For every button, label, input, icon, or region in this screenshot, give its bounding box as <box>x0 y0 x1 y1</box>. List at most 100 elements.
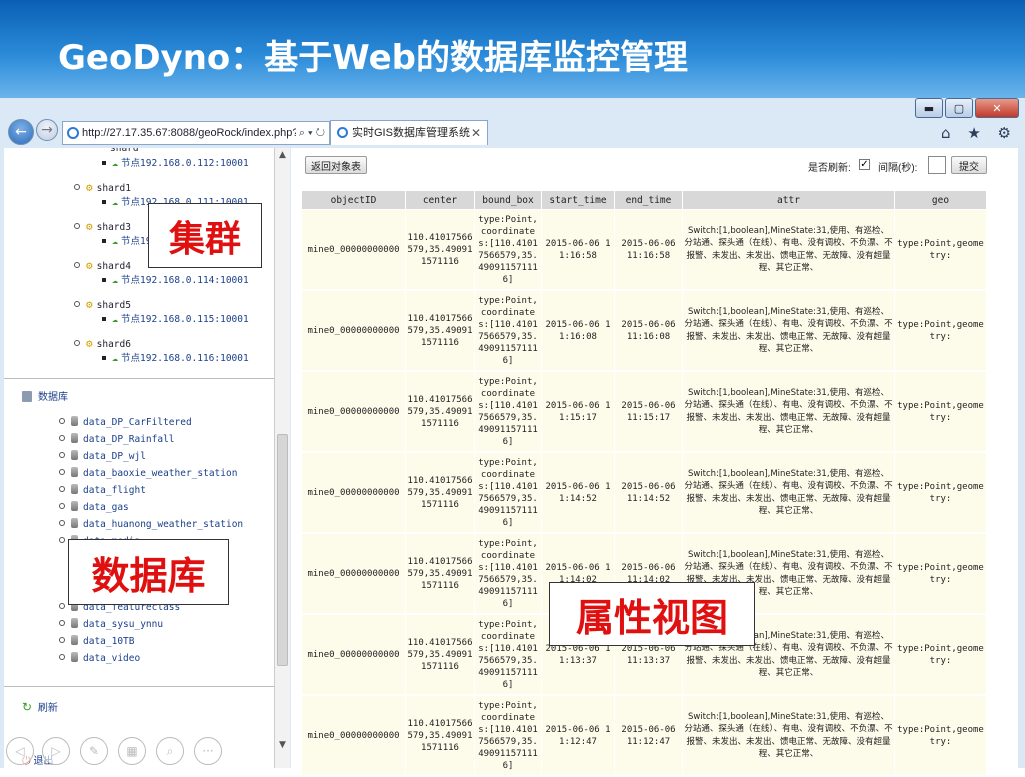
database-item[interactable]: data_baoxie_weather_station <box>59 467 237 479</box>
table-row[interactable]: mine0_00000000000 110.41017566579,35.490… <box>301 209 987 291</box>
cloud-icon: ☁ <box>112 236 119 247</box>
cell-attr: Switch:[1,boolean],MineState:31,使用、有巡检、分… <box>682 289 895 372</box>
column-header[interactable]: center <box>405 190 475 210</box>
cell-start-time: 2015-06-06 11:15:17 <box>541 370 615 453</box>
shard-item[interactable]: ⚙ shard4 <box>74 259 131 272</box>
tree-node-item[interactable]: ☁ 节点192.168.0.116:10001 <box>102 350 249 364</box>
database-icon <box>22 391 32 402</box>
db-cylinder-icon <box>71 635 78 645</box>
divider <box>4 378 274 379</box>
database-item[interactable]: data_DP_CarFiltered <box>59 416 192 428</box>
database-item[interactable]: data_gas <box>59 501 129 513</box>
main-content: 返回对象表 是否刷新: ✓ 间隔(秒): 提交 objectID center … <box>291 148 1018 777</box>
cell-bound-box: type:Point,coordinates:[110.41017566579,… <box>474 613 542 696</box>
shard-item[interactable]: ⚙ shard1 <box>74 181 131 194</box>
table-row[interactable]: mine0_00000000000 110.41017566579,35.490… <box>301 451 987 534</box>
column-header[interactable]: bound_box <box>474 190 542 210</box>
cell-start-time: 2015-06-06 11:16:58 <box>541 209 615 291</box>
cell-geo: type:Point,geometry: <box>894 694 987 777</box>
pen-icon[interactable]: ✎ <box>80 737 108 765</box>
cell-geo: type:Point,geometry: <box>894 613 987 696</box>
cell-center: 110.41017566579,35.490911571116 <box>405 613 475 696</box>
tab-close-icon[interactable]: ✕ <box>471 121 481 145</box>
cell-center: 110.41017566579,35.490911571116 <box>405 694 475 777</box>
address-tools-icon[interactable]: ⌕ ▾ ↻ <box>295 122 325 144</box>
database-item[interactable]: data_DP_Rainfall <box>59 433 175 445</box>
zoom-icon[interactable]: ⌕ <box>156 737 184 765</box>
interval-input[interactable] <box>928 156 946 174</box>
shard-item[interactable]: ⚙ shard5 <box>74 298 131 311</box>
scroll-up-icon[interactable]: ▲ <box>275 150 290 160</box>
slide-title: GeoDyno：基于Web的数据库监控管理 <box>58 38 688 78</box>
cell-bound-box: type:Point,coordinates:[110.41017566579,… <box>474 209 542 291</box>
database-section-header[interactable]: 数据库 <box>22 388 68 403</box>
cloud-icon: ☁ <box>112 197 119 208</box>
column-header[interactable]: attr <box>682 190 895 210</box>
window-controls: ▬ ▢ ✕ <box>915 98 1019 118</box>
cell-attr: Switch:[1,boolean],MineState:31,使用、有巡检、分… <box>682 694 895 777</box>
shard-item[interactable]: ⚙ shard3 <box>74 220 131 233</box>
column-header[interactable]: start_time <box>541 190 615 210</box>
submit-button[interactable]: 提交 <box>951 156 987 174</box>
cell-start-time: 2015-06-06 11:12:47 <box>541 694 615 777</box>
database-item[interactable]: data_DP_wjl <box>59 450 146 462</box>
auto-refresh-checkbox[interactable]: ✓ <box>859 159 870 170</box>
cell-geo: type:Point,geometry: <box>894 451 987 534</box>
cloud-icon: ☁ <box>112 275 119 286</box>
left-panel-scrollbar[interactable]: ▲ ▼ <box>274 148 290 768</box>
column-header[interactable]: geo <box>894 190 987 210</box>
tab-ie-icon <box>337 127 348 138</box>
column-header[interactable]: objectID <box>301 190 406 210</box>
cell-center: 110.41017566579,35.490911571116 <box>405 532 475 615</box>
tree-node-item[interactable]: ☁ 节点192.168.0.112:10001 <box>102 155 249 169</box>
back-to-object-table-button[interactable]: 返回对象表 <box>305 156 367 174</box>
back-arrow-icon[interactable]: ← <box>8 119 34 145</box>
attribute-table: objectID center bound_box start_time end… <box>301 190 987 777</box>
more-options-icon[interactable]: ··· <box>194 737 222 765</box>
database-item[interactable]: data_video <box>59 652 140 664</box>
database-item[interactable]: data_flight <box>59 484 146 496</box>
maximize-button[interactable]: ▢ <box>945 98 973 118</box>
url-text: http://27.17.35.67:8088/geoRock/index.ph… <box>82 127 305 139</box>
cell-objectid: mine0_00000000000 <box>301 694 406 777</box>
database-item[interactable]: data_huanong_weather_station <box>59 518 243 530</box>
table-row[interactable]: mine0_00000000000 110.41017566579,35.490… <box>301 289 987 372</box>
next-slide-icon[interactable]: ▷ <box>42 737 70 765</box>
cell-objectid: mine0_00000000000 <box>301 451 406 534</box>
database-callout: 数据库 <box>68 539 229 605</box>
minimize-button[interactable]: ▬ <box>915 98 943 118</box>
database-item[interactable]: data_10TB <box>59 635 134 647</box>
ie-logo-icon <box>67 127 79 139</box>
table-row[interactable]: mine0_00000000000 110.41017566579,35.490… <box>301 370 987 453</box>
table-row[interactable]: mine0_00000000000 110.41017566579,35.490… <box>301 694 987 777</box>
home-star-gear-icons[interactable]: ⌂ ★ ⚙ <box>941 124 1017 142</box>
database-item[interactable]: data_sysu_ynnu <box>59 618 163 630</box>
cell-objectid: mine0_00000000000 <box>301 613 406 696</box>
interval-label: 间隔(秒): <box>878 163 918 174</box>
browser-tab[interactable]: 实时GIS数据库管理系统 ✕ <box>330 120 488 145</box>
cloud-icon: ☁ <box>112 158 119 169</box>
forward-arrow-icon[interactable]: → <box>36 119 58 141</box>
column-header[interactable]: end_time <box>614 190 683 210</box>
cell-geo: type:Point,geometry: <box>894 289 987 372</box>
db-cylinder-icon <box>71 450 78 460</box>
close-window-button[interactable]: ✕ <box>975 98 1019 118</box>
slides-grid-icon[interactable]: ▦ <box>118 737 146 765</box>
tree-node-item[interactable]: ☁ 节点192.168.0.115:10001 <box>102 311 249 325</box>
shard-item[interactable]: ⚙ shard6 <box>74 337 131 350</box>
shard-icon: ⚙ <box>86 220 93 233</box>
address-bar[interactable]: http://27.17.35.67:8088/geoRock/index.ph… <box>62 121 330 145</box>
attribute-view-callout: 属性视图 <box>549 582 755 646</box>
tree-node-item[interactable]: ☁ 节点192.168.0.114:10001 <box>102 272 249 286</box>
cell-center: 110.41017566579,35.490911571116 <box>405 289 475 372</box>
prev-slide-icon[interactable]: ◁ <box>6 737 34 765</box>
scroll-down-icon[interactable]: ▼ <box>275 740 290 750</box>
scroll-thumb[interactable] <box>277 434 288 666</box>
cell-center: 110.41017566579,35.490911571116 <box>405 370 475 453</box>
refresh-link[interactable]: ↻ 刷新 <box>22 699 58 714</box>
shard-icon: ⚙ <box>86 259 93 272</box>
cell-objectid: mine0_00000000000 <box>301 532 406 615</box>
cell-geo: type:Point,geometry: <box>894 370 987 453</box>
db-cylinder-icon <box>71 433 78 443</box>
browser-nav: ← → http://27.17.35.67:8088/geoRock/inde… <box>0 118 1025 148</box>
